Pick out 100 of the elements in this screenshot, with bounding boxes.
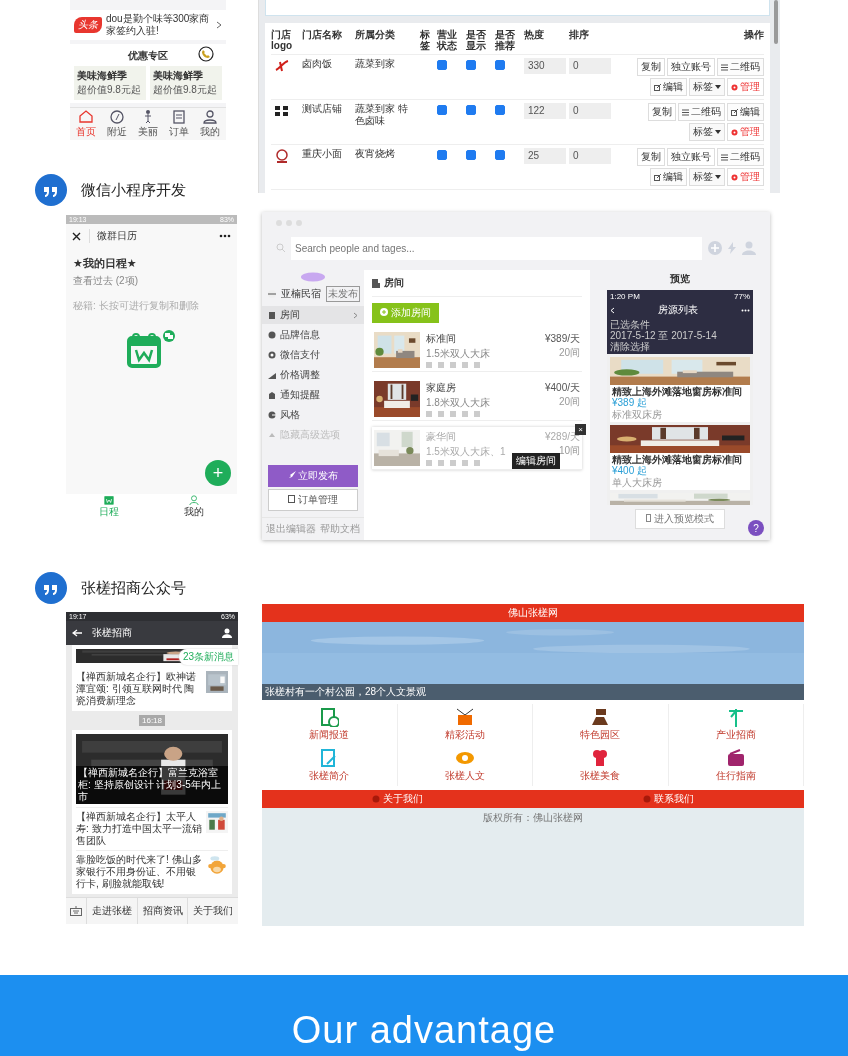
tile-label[interactable]: 特色园区 <box>580 728 621 742</box>
tile-label[interactable]: 精彩活动 <box>444 728 485 742</box>
article-title: 靠脸吃饭的时代来了! 佛山多家银行不用身份证、不用银行卡, 刷脸就能取钱! <box>76 854 202 890</box>
listing-price: ¥389 起 <box>612 397 648 408</box>
back-icon <box>610 306 615 314</box>
action-button[interactable]: 编辑 <box>727 103 764 121</box>
action-button[interactable]: 标签 <box>689 168 725 186</box>
checkbox[interactable] <box>466 150 476 160</box>
building-icon <box>372 278 380 288</box>
action-button[interactable]: 二维码 <box>717 58 764 76</box>
past-link[interactable]: 查看过去 (2项) <box>73 274 230 288</box>
tile-label[interactable]: 产业招商 <box>715 728 756 742</box>
tile-label[interactable]: 张槎简介 <box>309 769 350 783</box>
number-field[interactable]: 122 <box>524 103 566 119</box>
number-field[interactable]: 0 <box>569 148 611 164</box>
tile-label[interactable]: 张槎人文 <box>444 769 485 783</box>
action-button[interactable]: 管理 <box>727 168 764 186</box>
room-name: 家庭房 <box>426 381 457 395</box>
action-button[interactable]: 复制 <box>637 148 665 166</box>
tile-label[interactable]: 住行指南 <box>715 769 756 783</box>
footer-link[interactable]: 联系我们 <box>533 790 804 808</box>
column-header: 热度 <box>524 29 545 40</box>
checkbox[interactable] <box>437 60 447 70</box>
help-button[interactable]: ? <box>748 520 764 536</box>
action-button[interactable]: 标签 <box>689 123 725 141</box>
listing-card[interactable]: 精致上海外滩落地窗房标准间 ¥400 起 单人大床房 <box>610 425 750 490</box>
menu-item[interactable]: 风格 <box>262 406 364 424</box>
room-row[interactable]: 标准间 1.5米双人大床 ¥389/天 20间 <box>372 329 582 372</box>
search-field[interactable]: Search people and tages... <box>291 236 702 260</box>
action-button[interactable]: 标签 <box>689 78 725 96</box>
tab-bar-item[interactable]: 美丽 <box>132 108 164 140</box>
quote-icon <box>35 572 67 604</box>
menu-item[interactable]: 微信支付 <box>262 346 364 364</box>
action-button[interactable]: 编辑 <box>650 168 687 186</box>
table-cell-text: 测试店铺 <box>302 103 343 115</box>
action-button[interactable]: 二维码 <box>717 148 764 166</box>
number-field[interactable]: 0 <box>569 58 611 74</box>
tab-bar-item[interactable]: 我的 <box>151 494 237 520</box>
close-icon[interactable] <box>72 231 81 241</box>
table-cell-text: 夜宵烧烤 <box>355 148 396 160</box>
menu-button[interactable]: 招商资讯 <box>136 898 188 924</box>
gear-icon <box>731 83 738 91</box>
checkbox[interactable] <box>495 105 505 115</box>
document-icon[interactable] <box>319 707 340 727</box>
room-name: 标准间 <box>426 332 457 346</box>
list-icon <box>171 109 188 125</box>
menu-item[interactable]: 通知提醒 <box>262 386 364 404</box>
column-header: 门店名称 <box>302 29 343 40</box>
room-row[interactable]: 家庭房 1.8米双人大床 ¥400/天 20间 <box>372 378 582 421</box>
article-card[interactable]: 【禅西新城名企行】富兰克浴室柜: 坚持原创设计 计划3-5年内上市 【禅西新城名企行】太平人寿: 致力打造中国太平一流销售团队 靠脸吃饭的时代来了! 佛山多家银行不用身份证、不用银行卡, 刷脸就能取钱! <box>72 730 232 894</box>
deal-card[interactable]: 美味海鲜季 超价值9.8元起 <box>150 66 222 100</box>
checkbox[interactable] <box>495 150 505 160</box>
checkbox[interactable] <box>437 150 447 160</box>
menu-item[interactable]: 房间 <box>262 306 364 324</box>
room-price: ¥389/天 <box>544 332 580 346</box>
drum-icon[interactable] <box>454 707 475 727</box>
more-icon[interactable] <box>219 234 231 238</box>
action-button[interactable]: 管理 <box>727 78 764 96</box>
publish-button[interactable]: 立即发布 <box>268 465 358 487</box>
menu-button[interactable]: 走进张槎 <box>86 898 137 924</box>
compass-icon <box>108 109 125 125</box>
orders-button[interactable]: 订单管理 <box>268 489 358 511</box>
clear-link[interactable]: 清除选择 <box>610 341 650 352</box>
action-button[interactable]: 二维码 <box>678 103 725 121</box>
tab-bar-item[interactable]: 附近 <box>101 108 133 140</box>
number-field[interactable]: 25 <box>524 148 566 164</box>
checkbox[interactable] <box>495 60 505 70</box>
tab-bar-item[interactable]: 首页 <box>70 108 102 140</box>
card-icon[interactable] <box>725 748 746 768</box>
column-header: 门店logo <box>271 29 294 51</box>
checkbox[interactable] <box>437 105 447 115</box>
field-icon[interactable] <box>590 707 611 727</box>
tab-bar-item[interactable]: 订单 <box>163 108 195 140</box>
edit-icon <box>654 173 661 181</box>
menu-button[interactable]: 关于我们 <box>187 898 238 924</box>
footer-link[interactable]: 关于我们 <box>262 790 533 808</box>
back-icon[interactable] <box>72 629 82 637</box>
action-button[interactable]: 编辑 <box>650 78 687 96</box>
tile-label[interactable]: 新闻报道 <box>309 728 350 742</box>
section-title: 优惠专区 <box>128 49 168 63</box>
scrollbar[interactable] <box>774 0 778 44</box>
listing-card[interactable]: 精致上海外滩落地窗房标准间 ¥389 起 标准双床房 <box>610 357 750 422</box>
number-field[interactable]: 330 <box>524 58 566 74</box>
room-price: ¥400/天 <box>544 381 580 395</box>
preview-mode-button[interactable]: 进入预览模式 <box>635 509 725 529</box>
action-button[interactable]: 管理 <box>727 123 764 141</box>
action-button[interactable]: 复制 <box>637 58 665 76</box>
deal-card[interactable]: 美味海鲜季 超价值9.8元起 <box>74 66 146 100</box>
checkbox[interactable] <box>466 60 476 70</box>
menu-item[interactable]: 价格调整 <box>262 366 364 384</box>
tile-label[interactable]: 张槎美食 <box>580 769 621 783</box>
tab-bar-item[interactable]: 我的 <box>194 108 226 140</box>
action-button[interactable]: 独立账号 <box>667 58 715 76</box>
menu-item[interactable]: 品牌信息 <box>262 326 364 344</box>
action-button[interactable]: 复制 <box>648 103 676 121</box>
checkbox[interactable] <box>466 105 476 115</box>
number-field[interactable]: 0 <box>569 103 611 119</box>
user-icon[interactable] <box>222 628 232 638</box>
action-button[interactable]: 独立账号 <box>667 148 715 166</box>
listing-title: 精致上海外滩落地窗房标准间 <box>612 386 742 397</box>
